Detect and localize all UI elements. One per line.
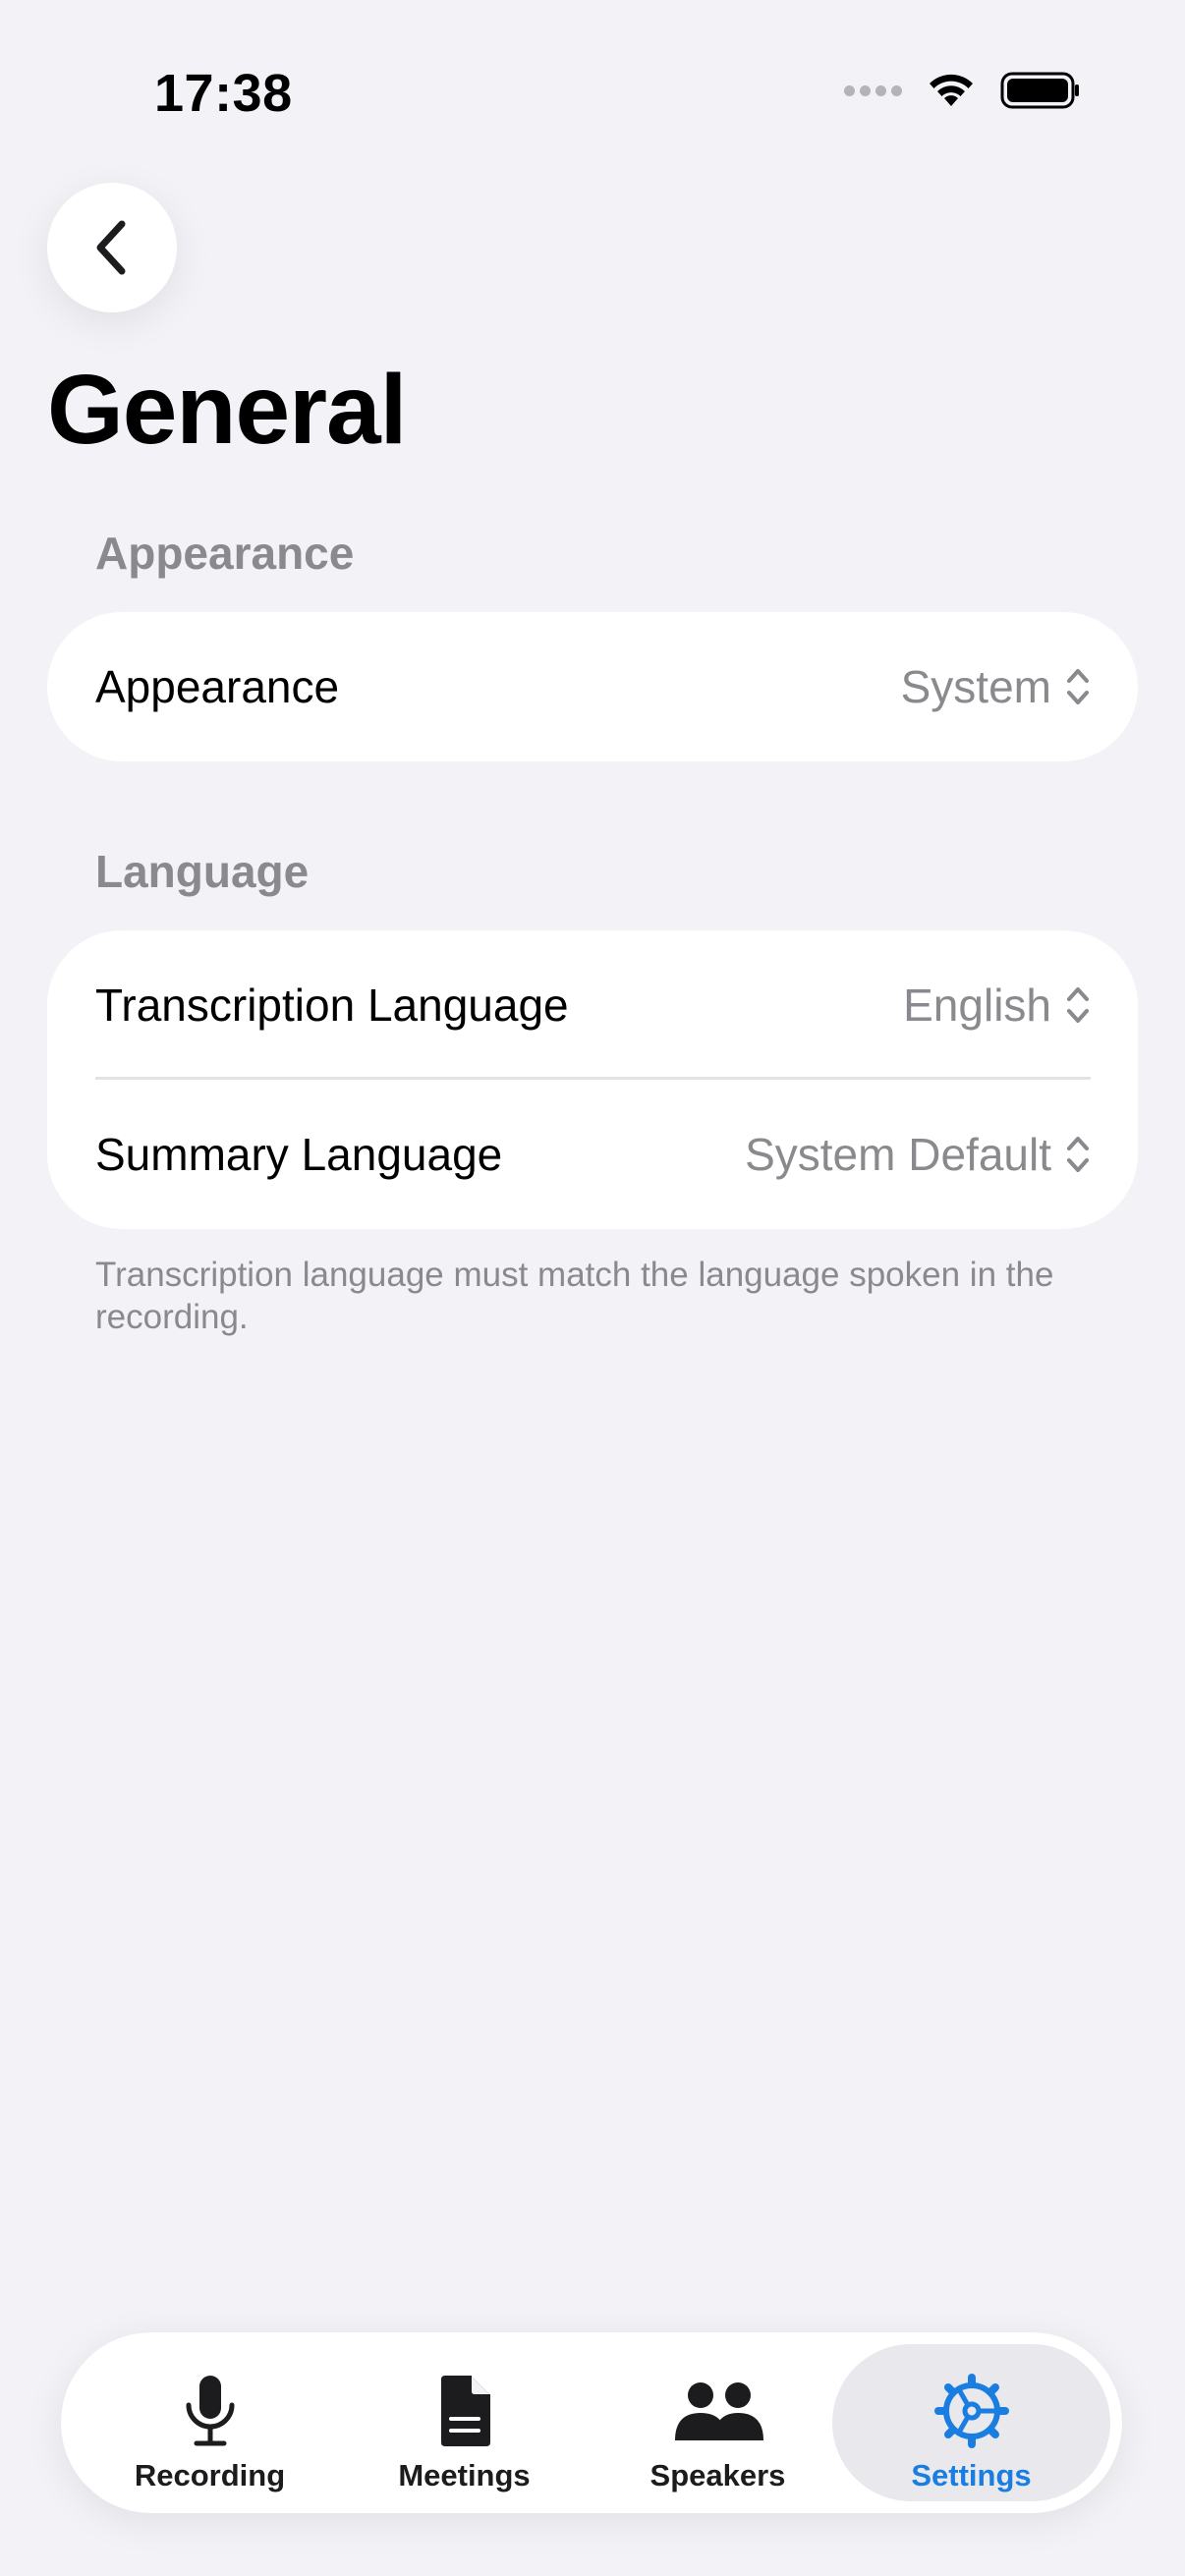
appearance-picker[interactable]: System	[901, 660, 1091, 713]
language-group: Transcription Language English Summary L…	[47, 930, 1138, 1229]
appearance-group: Appearance System	[47, 612, 1138, 761]
tab-speakers[interactable]: Speakers	[592, 2344, 843, 2501]
document-icon	[440, 2376, 490, 2446]
tab-label: Meetings	[398, 2458, 531, 2492]
status-indicators	[844, 71, 1081, 110]
chevron-up-down-icon	[1067, 987, 1089, 1023]
cellular-signal-icon	[844, 84, 902, 96]
tab-label: Speakers	[649, 2458, 786, 2492]
row-label: Appearance	[95, 661, 340, 712]
section-header-language: Language	[95, 846, 310, 897]
row-value: English	[903, 980, 1051, 1031]
appearance-row[interactable]: Appearance System	[47, 612, 1138, 761]
tab-meetings[interactable]: Meetings	[339, 2344, 590, 2501]
chevron-up-down-icon	[1067, 669, 1089, 704]
tab-label: Recording	[134, 2458, 286, 2492]
microphone-icon	[186, 2376, 234, 2446]
tab-label: Settings	[911, 2458, 1032, 2492]
wifi-icon	[930, 74, 973, 106]
row-label: Summary Language	[95, 1129, 503, 1180]
chevron-left-icon	[96, 220, 126, 275]
row-value: System	[900, 661, 1051, 712]
chevron-up-down-icon	[1067, 1137, 1089, 1172]
row-value: System Default	[745, 1129, 1051, 1180]
tab-settings[interactable]: Settings	[832, 2344, 1110, 2501]
back-button[interactable]	[47, 183, 177, 312]
summary-language-picker[interactable]: System Default	[745, 1128, 1091, 1181]
transcription-language-row[interactable]: Transcription Language English	[47, 930, 1138, 1080]
gear-icon	[933, 2374, 1009, 2448]
summary-language-row[interactable]: Summary Language System Default	[47, 1080, 1138, 1229]
tab-bar: Recording Meetings Speakers Settings	[61, 2332, 1122, 2513]
battery-icon	[1000, 72, 1079, 109]
page-title: General	[47, 355, 407, 465]
row-label: Transcription Language	[95, 980, 569, 1031]
status-time: 17:38	[154, 64, 293, 123]
transcription-language-picker[interactable]: English	[903, 979, 1091, 1032]
settings-general-screen: 17:38 General Appearance Appearance Syst…	[0, 0, 1185, 2576]
language-footnote: Transcription language must match the la…	[95, 1256, 1054, 1336]
section-header-appearance: Appearance	[95, 528, 355, 579]
people-icon	[674, 2382, 763, 2440]
tab-recording[interactable]: Recording	[85, 2344, 335, 2501]
